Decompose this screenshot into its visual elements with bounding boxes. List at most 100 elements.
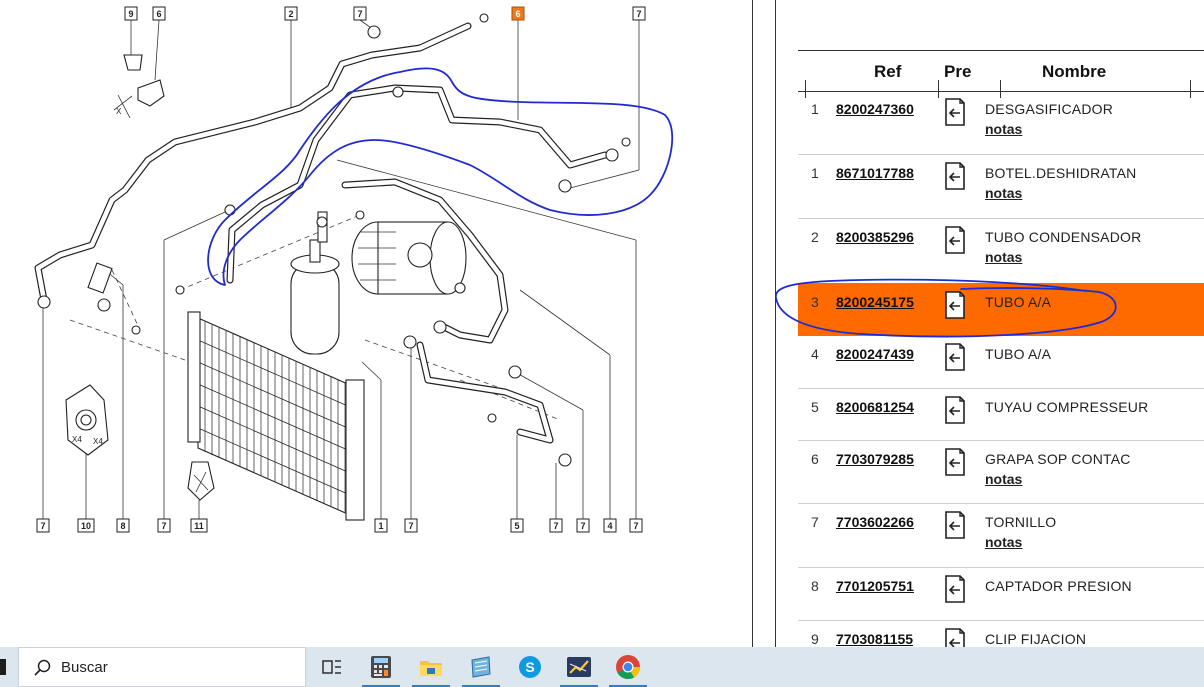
document-return-icon[interactable] [943, 162, 967, 190]
part-reference-link[interactable]: 7703602266 [836, 514, 914, 530]
svg-text:7: 7 [357, 9, 362, 19]
callout-bottom-7d[interactable]: 7 [549, 518, 563, 533]
notes-link[interactable]: notas [985, 249, 1022, 265]
column-header-pre[interactable]: Pre [944, 62, 971, 82]
table-row[interactable]: 7 7703602266 TORNILLO notas [798, 503, 1204, 568]
callout-top-9[interactable]: 9 [124, 6, 138, 21]
notes-link[interactable]: notas [985, 471, 1022, 487]
document-return-icon[interactable] [943, 448, 967, 476]
chrome-icon [616, 655, 640, 680]
sketch-app-button[interactable] [556, 647, 602, 687]
part-reference-link[interactable]: 7701205751 [836, 578, 914, 594]
callout-bottom-7e[interactable]: 7 [576, 518, 590, 533]
diagram-canvas: X4 X4 X 9 6 2 7 6 7 7 10 8 7 11 1 7 5 7 … [34, 6, 674, 533]
svg-text:7: 7 [161, 521, 166, 531]
chrome-button[interactable] [605, 647, 651, 687]
table-row[interactable]: 1 8671017788 BOTEL.DESHIDRATAN notas [798, 154, 1204, 219]
calculator-button[interactable] [358, 647, 404, 687]
notepad-button[interactable] [458, 647, 504, 687]
callout-bottom-11[interactable]: 11 [190, 518, 208, 533]
task-view-icon [322, 660, 341, 674]
windows-taskbar: Buscar S [0, 647, 1204, 687]
table-row[interactable]: 1 8200247360 DESGASIFICADOR notas [798, 90, 1204, 155]
row-number: 2 [811, 229, 819, 245]
notepad-icon [471, 656, 491, 678]
notes-link[interactable]: notas [985, 121, 1022, 137]
search-icon [34, 659, 51, 676]
svg-text:6: 6 [156, 9, 161, 19]
row-number: 1 [811, 165, 819, 181]
row-number: 1 [811, 101, 819, 117]
x-marker-label: X [116, 107, 122, 116]
table-header: Ref Pre Nombre T [798, 50, 1204, 98]
part-reference-link[interactable]: 8200247439 [836, 346, 914, 362]
callout-bottom-1[interactable]: 1 [374, 518, 388, 533]
callout-bottom-7a[interactable]: 7 [36, 518, 50, 533]
taskbar-search-box[interactable]: Buscar [18, 647, 306, 687]
part-reference-link[interactable]: 8200385296 [836, 229, 914, 245]
row-number: 5 [811, 399, 819, 415]
parts-table-panel: Ref Pre Nombre T 1 8200247360 DESGASIFICAD… [775, 0, 1204, 647]
callout-top-2[interactable]: 2 [284, 6, 298, 21]
table-row[interactable]: 2 8200385296 TUBO CONDENSADOR notas [798, 218, 1204, 284]
callout-bottom-10[interactable]: 10 [77, 518, 95, 533]
part-name: GRAPA SOP CONTAC [985, 451, 1131, 467]
svg-text:2: 2 [288, 9, 293, 19]
part-reference-link[interactable]: 7703079285 [836, 451, 914, 467]
table-row[interactable]: 5 8200681254 TUYAU COMPRESSEUR [798, 388, 1204, 441]
row-number: 8 [811, 578, 819, 594]
table-row[interactable]: 4 8200247439 TUBO A/A [798, 335, 1204, 389]
svg-text:11: 11 [194, 521, 204, 531]
svg-text:7: 7 [580, 521, 585, 531]
table-row[interactable]: 9 7703081155 CLIP FIJACION [798, 620, 1204, 647]
part-reference-link[interactable]: 8200247360 [836, 101, 914, 117]
callout-top-7a[interactable]: 7 [353, 6, 367, 21]
part-name: CAPTADOR PRESION [985, 578, 1132, 594]
part-reference-link[interactable]: 7703081155 [836, 631, 913, 647]
document-return-icon[interactable] [943, 226, 967, 254]
callout-top-6[interactable]: 6 [152, 6, 166, 21]
start-button[interactable] [0, 659, 6, 675]
callout-bottom-5[interactable]: 5 [510, 518, 524, 533]
document-return-icon[interactable] [943, 98, 967, 126]
part-name: TUBO A/A [985, 294, 1052, 310]
part-reference-link[interactable]: 8200681254 [836, 399, 914, 415]
document-return-icon[interactable] [943, 575, 967, 603]
callout-bottom-7c[interactable]: 7 [404, 518, 418, 533]
document-return-icon[interactable] [943, 396, 967, 424]
document-return-icon[interactable] [943, 511, 967, 539]
row-number: 7 [811, 514, 819, 530]
document-return-icon[interactable] [943, 628, 967, 647]
svg-text:7: 7 [633, 521, 638, 531]
row-number: 9 [811, 631, 819, 647]
svg-text:1: 1 [378, 521, 383, 531]
callout-top-7b[interactable]: 7 [632, 6, 646, 21]
part-reference-link[interactable]: 8671017788 [836, 165, 914, 181]
document-return-icon[interactable] [943, 343, 967, 371]
table-row[interactable]: 6 7703079285 GRAPA SOP CONTAC notas [798, 440, 1204, 504]
task-view-button[interactable] [309, 647, 355, 687]
callout-bottom-7b[interactable]: 7 [157, 518, 171, 533]
column-header-ref[interactable]: Ref [874, 62, 901, 82]
callout-bottom-7f[interactable]: 7 [629, 518, 643, 533]
part-name: CLIP FIJACION [985, 631, 1087, 647]
part-reference-link[interactable]: 8200245175 [836, 294, 914, 310]
column-header-nombre[interactable]: Nombre [1042, 62, 1106, 82]
document-return-icon[interactable] [943, 291, 967, 319]
notes-link[interactable]: notas [985, 534, 1022, 550]
table-row[interactable]: 8 7701205751 CAPTADOR PRESION [798, 567, 1204, 621]
skype-button[interactable]: S [507, 647, 553, 687]
compressor [351, 221, 467, 295]
part-name: TUBO A/A [985, 346, 1052, 362]
calculator-icon [371, 656, 391, 678]
file-explorer-button[interactable] [408, 647, 454, 687]
callout-bottom-8[interactable]: 8 [116, 518, 130, 533]
row-number: 3 [811, 294, 819, 310]
callout-top-6-active[interactable]: 6 [511, 6, 525, 21]
callout-bottom-4[interactable]: 4 [603, 518, 617, 533]
table-row[interactable]: 3 8200245175 TUBO A/A [798, 283, 1204, 336]
pressure-sensor-8 [87, 262, 113, 294]
notes-link[interactable]: notas [985, 185, 1022, 201]
clip-11 [187, 461, 215, 501]
x4-label-b: X4 [93, 437, 103, 446]
